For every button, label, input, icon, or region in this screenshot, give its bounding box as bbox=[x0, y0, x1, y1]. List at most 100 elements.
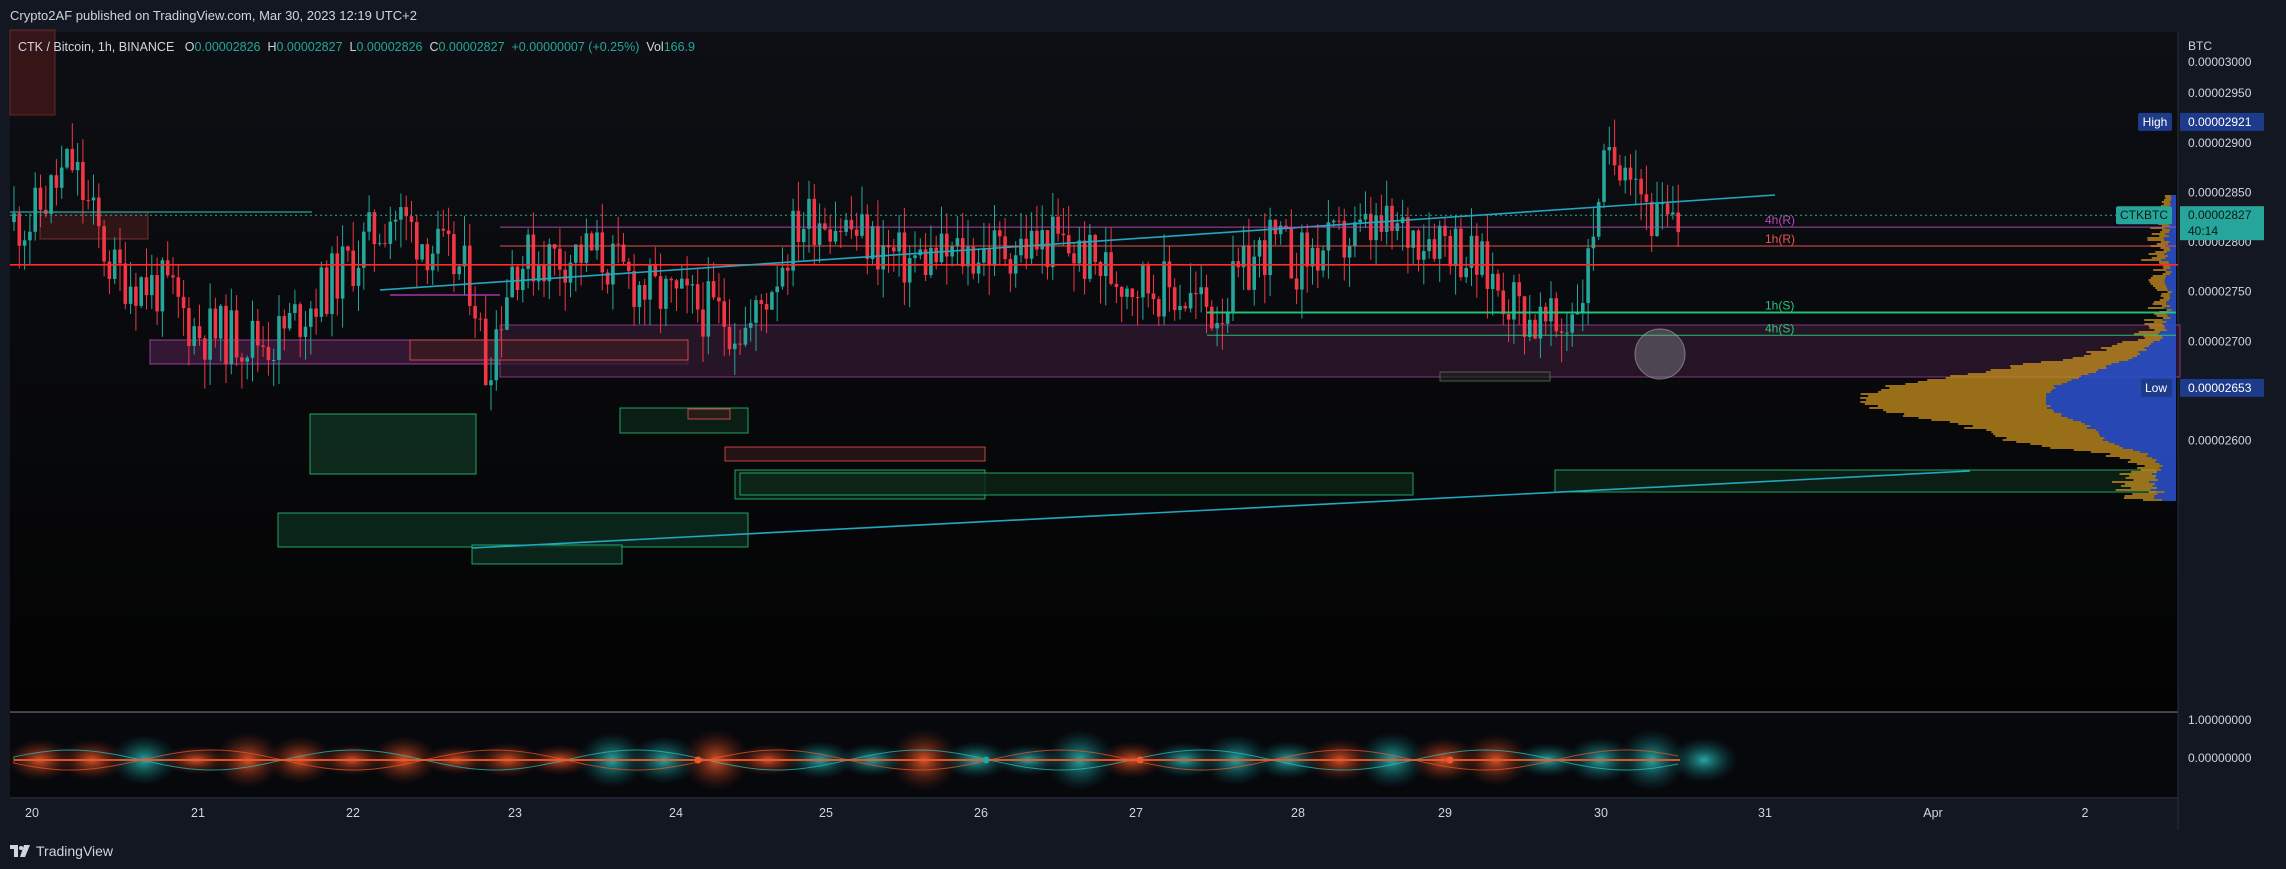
profile-bar-value-area bbox=[2084, 423, 2176, 425]
candle-body bbox=[674, 280, 679, 289]
candle-body bbox=[319, 267, 324, 317]
profile-bar bbox=[2110, 453, 2149, 455]
candle-body bbox=[420, 244, 424, 260]
profile-bar-value-area bbox=[2152, 457, 2176, 459]
candle-body bbox=[870, 226, 875, 259]
candle-body bbox=[764, 303, 769, 310]
profile-bar-value-area bbox=[2054, 411, 2176, 413]
candle-body bbox=[632, 271, 636, 307]
oscillator-dot bbox=[982, 756, 990, 764]
candle-body bbox=[240, 357, 244, 362]
profile-bar-value-area bbox=[2166, 303, 2176, 305]
profile-bar bbox=[2132, 493, 2158, 495]
profile-bar-value-area bbox=[2162, 499, 2176, 501]
profile-bar-value-area bbox=[2162, 319, 2176, 321]
profile-bar bbox=[2138, 331, 2161, 333]
profile-bar-value-area bbox=[2162, 465, 2176, 467]
candle-body bbox=[812, 198, 817, 245]
candle-body bbox=[1554, 298, 1559, 332]
profile-bar bbox=[2159, 299, 2170, 301]
candle-body bbox=[192, 326, 196, 347]
profile-bar-value-area bbox=[2171, 195, 2176, 197]
candle-body bbox=[722, 301, 726, 327]
profile-bar bbox=[2120, 485, 2153, 487]
profile-bar-value-area bbox=[2152, 485, 2176, 487]
candle-body bbox=[12, 213, 16, 223]
profile-bar-value-area bbox=[2108, 441, 2176, 443]
candle-body bbox=[558, 248, 562, 270]
candle-body bbox=[1347, 246, 1352, 258]
profile-bar-value-area bbox=[2096, 371, 2176, 373]
candle-body bbox=[1374, 215, 1378, 241]
candle-body bbox=[658, 276, 663, 309]
symbol-name[interactable]: CTK / Bitcoin, 1h, BINANCE bbox=[18, 40, 174, 54]
time-tick-label: 24 bbox=[669, 806, 683, 820]
profile-bar bbox=[1931, 419, 2074, 421]
profile-bar bbox=[2144, 323, 2163, 325]
candle-body bbox=[1422, 251, 1426, 260]
profile-bar-value-area bbox=[2168, 261, 2176, 263]
candle-body bbox=[1109, 252, 1113, 284]
candle-body bbox=[1146, 264, 1150, 294]
level-label: 4h(S) bbox=[1765, 321, 1794, 335]
candle-body bbox=[1204, 287, 1209, 307]
candle-body bbox=[1655, 203, 1659, 236]
candle-body bbox=[717, 297, 721, 302]
footer-brand[interactable]: TradingView bbox=[36, 843, 113, 859]
profile-bar-value-area bbox=[2165, 257, 2176, 259]
profile-bar-value-area bbox=[2165, 283, 2176, 285]
candle-body bbox=[680, 278, 684, 289]
profile-bar-value-area bbox=[2169, 241, 2176, 243]
profile-bar bbox=[2156, 315, 2168, 317]
profile-bar-value-area bbox=[2133, 449, 2176, 451]
profile-bar-value-area bbox=[2166, 285, 2176, 287]
red-resistance-zone bbox=[724, 446, 986, 462]
candle-body bbox=[59, 167, 64, 188]
profile-bar bbox=[2156, 289, 2168, 291]
profile-bar-value-area bbox=[2156, 475, 2176, 477]
green-demand-zone bbox=[277, 512, 749, 548]
profile-bar-value-area bbox=[2098, 369, 2176, 371]
profile-bar-value-area bbox=[2104, 437, 2176, 439]
candle-body bbox=[664, 278, 668, 309]
profile-bar bbox=[2137, 467, 2160, 469]
profile-bar-value-area bbox=[2170, 203, 2176, 205]
candle-body bbox=[1231, 261, 1235, 312]
price-chart[interactable]: BTC 0.00003000 0.00002950 0.00002900 0.00002… bbox=[0, 0, 2286, 869]
profile-bar bbox=[1972, 425, 2091, 427]
candle-body bbox=[817, 223, 822, 245]
profile-bar bbox=[2163, 297, 2171, 299]
profile-bar-value-area bbox=[2170, 201, 2176, 203]
profile-bar-value-area bbox=[2164, 279, 2176, 281]
candle-body bbox=[340, 246, 345, 299]
candle-body bbox=[1045, 230, 1050, 268]
price-tick-label: 0.00002750 bbox=[2188, 285, 2252, 299]
candle-body bbox=[70, 148, 75, 171]
candle-body bbox=[1066, 235, 1071, 254]
profile-bar-value-area bbox=[2148, 453, 2176, 455]
candle-body bbox=[203, 338, 207, 360]
candle-body bbox=[377, 243, 382, 245]
candle-body bbox=[982, 248, 986, 263]
profile-bar bbox=[2062, 359, 2129, 361]
profile-bar bbox=[2123, 497, 2155, 499]
tradingview-logo-icon[interactable] bbox=[10, 844, 30, 857]
candle-body bbox=[754, 300, 758, 323]
candle-body bbox=[1316, 247, 1320, 271]
candle-body bbox=[748, 322, 753, 328]
candle-body bbox=[1612, 147, 1617, 166]
high-label: H bbox=[267, 40, 277, 54]
candle-body bbox=[245, 357, 249, 362]
candle-body bbox=[690, 284, 695, 286]
profile-bar bbox=[2147, 307, 2165, 309]
profile-bar bbox=[1860, 401, 2046, 403]
profile-bar-value-area bbox=[2164, 253, 2176, 255]
candle-body bbox=[399, 207, 403, 220]
candle-body bbox=[510, 266, 514, 298]
profile-bar bbox=[2163, 249, 2171, 251]
level-label: 1h(R) bbox=[1765, 232, 1795, 246]
profile-bar-value-area bbox=[2111, 363, 2176, 365]
candle-body bbox=[934, 247, 938, 263]
candle-body bbox=[266, 346, 271, 361]
profile-bar bbox=[1864, 403, 2046, 405]
